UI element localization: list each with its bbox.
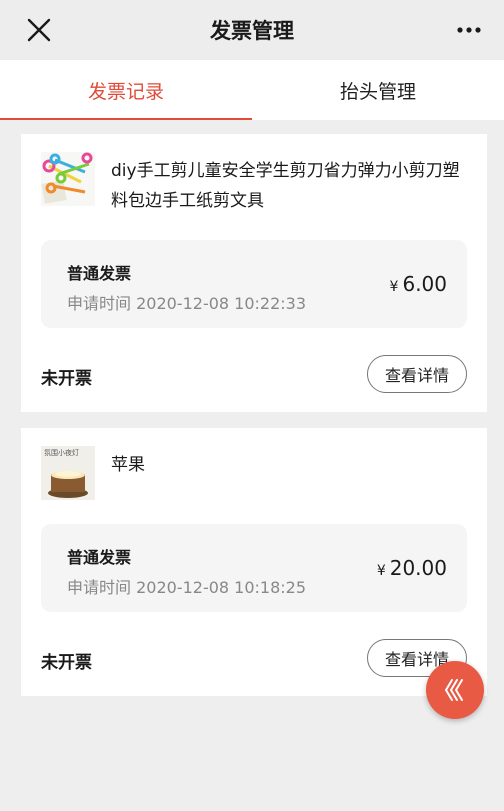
page-title: 发票管理: [210, 19, 294, 43]
invoice-summary: 普通发票 申请时间 2020-12-08 10:18:25 ¥20.00: [41, 524, 467, 612]
invoice-status: 未开票: [41, 369, 92, 389]
apply-time: 申请时间 2020-12-08 10:18:25: [67, 578, 307, 597]
currency-symbol: ¥: [389, 279, 399, 295]
currency-symbol: ¥: [376, 563, 386, 579]
invoice-amount: ¥20.00: [377, 556, 447, 580]
tab-invoice-records[interactable]: 发票记录: [0, 60, 252, 120]
expand-chevrons-icon: [444, 679, 463, 701]
night-lamp-thumbnail: 氛围小夜灯: [41, 446, 95, 500]
invoice-status: 未开票: [41, 653, 92, 673]
thumb-caption: 氛围小夜灯: [44, 448, 79, 457]
close-icon[interactable]: [26, 17, 52, 43]
floating-action-button[interactable]: [426, 661, 484, 719]
amount-value: 6.00: [402, 272, 447, 296]
view-details-button[interactable]: 查看详情: [367, 355, 467, 393]
invoice-type: 普通发票: [67, 264, 132, 283]
apply-time: 申请时间 2020-12-08 10:22:33: [67, 294, 307, 313]
product-name: 苹果: [111, 455, 145, 475]
scissors-thumbnail: [41, 152, 95, 206]
more-dots-icon[interactable]: [456, 18, 482, 42]
product-name: diy手工剪儿童安全学生剪刀省力弹力小剪刀塑料包边手工纸剪文具: [111, 161, 460, 211]
nav-bar: 发票管理: [0, 0, 504, 60]
invoice-record-card: diy手工剪儿童安全学生剪刀省力弹力小剪刀塑料包边手工纸剪文具 普通发票 申请时…: [21, 134, 487, 412]
tab-bar: 发票记录 抬头管理: [0, 60, 504, 120]
invoice-summary: 普通发票 申请时间 2020-12-08 10:22:33 ¥6.00: [41, 240, 467, 328]
amount-value: 20.00: [389, 556, 447, 580]
invoice-record-card: 氛围小夜灯 苹果 普通发票 申请时间 2020-12-08 10:18:25 ¥…: [21, 428, 487, 696]
tab-title-management[interactable]: 抬头管理: [252, 60, 504, 120]
invoice-amount: ¥6.00: [390, 272, 447, 296]
invoice-type: 普通发票: [67, 548, 132, 567]
